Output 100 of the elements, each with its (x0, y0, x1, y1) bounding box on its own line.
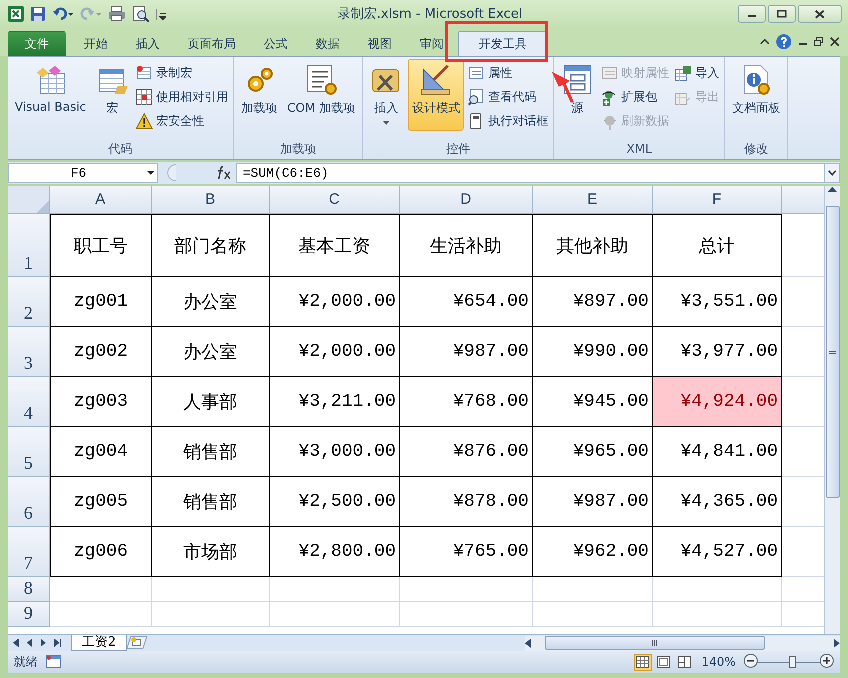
ribbon-tab[interactable]: 页面布局 (174, 31, 250, 56)
ribbon-button[interactable]: 插入 (366, 59, 406, 131)
close-button[interactable] (798, 5, 842, 23)
restore-icon[interactable] (814, 37, 824, 47)
close-icon[interactable] (830, 37, 840, 47)
expansion-pack-icon (601, 89, 618, 106)
column-header[interactable]: B (152, 186, 270, 214)
table-cell: ¥765.00 (400, 527, 533, 577)
ribbon-tab[interactable]: 插入 (122, 31, 174, 56)
table-cell: 人事部 (152, 377, 270, 427)
table-cell: ¥965.00 (533, 427, 653, 477)
row-header[interactable]: 7 (8, 527, 50, 577)
row-header[interactable]: 5 (8, 427, 50, 477)
collapse-ribbon-icon[interactable] (760, 37, 770, 47)
table-cell: ¥4,841.00 (653, 427, 782, 477)
table-cell: 基本工资 (270, 214, 400, 277)
last-sheet-icon[interactable] (54, 639, 61, 647)
view-button[interactable] (634, 654, 652, 670)
ribbon-button[interactable]: 导入 (673, 63, 722, 84)
refresh-data-icon (601, 113, 618, 130)
row-header[interactable]: 6 (8, 477, 50, 527)
ribbon-button[interactable]: COM 加载项 (283, 59, 360, 131)
excel-logo-icon[interactable] (8, 6, 24, 22)
list-gear-icon (305, 64, 338, 96)
scrollbar-thumb[interactable] (545, 636, 765, 650)
ribbon-tab[interactable]: 开发工具 (458, 31, 548, 56)
new-sheet-icon[interactable] (127, 636, 150, 650)
table-cell: ¥4,924.00 (653, 377, 782, 427)
first-sheet-icon[interactable] (12, 639, 19, 647)
formula-field[interactable]: =SUM(C6:E6) (236, 163, 840, 183)
slider-thumb[interactable] (789, 656, 796, 668)
view-button[interactable] (654, 654, 673, 670)
minimize-button[interactable] (738, 5, 766, 23)
close-icon (815, 10, 825, 18)
ribbon-tab[interactable]: 数据 (302, 31, 354, 56)
ribbon-button[interactable]: 使用相对引用 (134, 87, 230, 108)
sheet-tab[interactable]: 工资2 (71, 635, 128, 651)
window-title: 录制宏.xlsm - Microsoft Excel (338, 6, 524, 23)
expand-icon[interactable] (828, 170, 836, 176)
ribbon-button[interactable]: 扩展包 (599, 87, 672, 108)
scroll-left-icon[interactable] (525, 638, 531, 648)
maximize-button[interactable] (768, 5, 796, 23)
table-cell: zg001 (50, 277, 152, 327)
ribbon-button[interactable]: 属性 (466, 63, 550, 84)
status-text: 就绪 (14, 654, 38, 670)
printer-icon[interactable] (108, 6, 126, 22)
table-cell: 办公室 (152, 327, 270, 377)
ribbon-button[interactable]: 设计模式 (408, 59, 464, 131)
macro-record-icon[interactable] (46, 655, 62, 669)
name-box[interactable]: F6 (8, 163, 158, 183)
insert-function-icon[interactable] (216, 166, 232, 180)
page-break-icon (678, 656, 692, 668)
print-preview-icon[interactable] (132, 6, 150, 22)
scroll-right-icon[interactable] (834, 638, 840, 648)
column-header[interactable]: F (653, 186, 782, 214)
zoom-in-icon[interactable] (820, 654, 834, 668)
ribbon-button[interactable]: 宏 (92, 59, 132, 131)
grip-icon (829, 350, 836, 354)
row-header[interactable]: 4 (8, 377, 50, 427)
ribbon-tab[interactable]: 文件 (8, 31, 66, 56)
row-header[interactable]: 3 (8, 327, 50, 377)
help-icon[interactable] (776, 34, 792, 50)
ribbon-tab[interactable]: 公式 (250, 31, 302, 56)
grip-icon (652, 640, 658, 646)
customize-toolbar-icon[interactable] (156, 6, 166, 22)
view-button[interactable] (676, 654, 694, 670)
column-header[interactable]: E (533, 186, 653, 214)
row-header[interactable]: 9 (8, 602, 50, 627)
table-cell: zg003 (50, 377, 152, 427)
save-icon[interactable] (30, 6, 46, 22)
ribbon-button[interactable]: 宏安全性 (134, 111, 230, 132)
ribbon-button[interactable]: 录制宏 (134, 63, 230, 84)
ribbon-tab[interactable]: 视图 (354, 31, 406, 56)
zoom-slider[interactable] (744, 654, 834, 670)
record-macro-icon (136, 65, 154, 82)
ribbon-button[interactable]: Visual Basic (11, 59, 90, 131)
row-header[interactable]: 2 (8, 277, 50, 327)
column-header[interactable]: C (270, 186, 400, 214)
dropdown-icon[interactable] (145, 169, 157, 177)
undo-icon[interactable] (52, 6, 74, 22)
row-header[interactable]: 1 (8, 214, 50, 277)
group-label: 代码 (108, 141, 134, 158)
warning-icon (136, 113, 154, 130)
table-cell: ¥987.00 (533, 477, 653, 527)
previous-sheet-icon[interactable] (26, 639, 33, 647)
ribbon-tab[interactable]: 审阅 (406, 31, 458, 56)
ribbon-button[interactable]: 文档面板 (728, 59, 784, 131)
zoom-level[interactable]: 140% (702, 655, 736, 669)
next-sheet-icon[interactable] (40, 639, 47, 647)
zoom-out-icon[interactable] (744, 654, 758, 668)
column-header[interactable]: D (400, 186, 533, 214)
ribbon-tab[interactable]: 开始 (70, 31, 122, 56)
scrollbar-thumb[interactable] (826, 206, 840, 498)
ribbon-button[interactable]: 查看代码 (466, 87, 550, 108)
column-header[interactable]: A (50, 186, 152, 214)
scroll-up-icon[interactable] (828, 186, 837, 192)
table-cell: 其他补助 (533, 214, 653, 277)
ribbon-button[interactable]: 加载项 (237, 59, 282, 131)
row-header[interactable]: 8 (8, 577, 50, 602)
ribbon-button[interactable]: 执行对话框 (466, 111, 550, 132)
